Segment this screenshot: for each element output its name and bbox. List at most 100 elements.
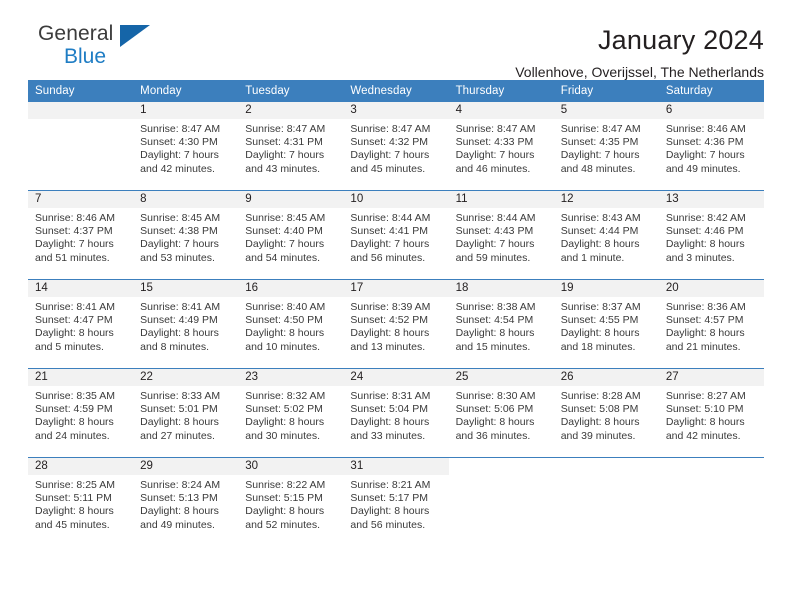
day-cell-inner[interactable]: 12 Sunrise: 8:43 AM Sunset: 4:44 PM Dayli… [553,191,659,279]
day-cell-inner[interactable]: 2 Sunrise: 8:47 AM Sunset: 4:31 PM Daylig… [238,102,344,190]
weekday-header-sunday: Sunday [28,80,134,102]
calendar-day-cell: 28 Sunrise: 8:25 AM Sunset: 5:11 PM Dayli… [28,457,134,546]
day-number: 29 [133,458,239,475]
weekday-header-thursday: Thursday [448,80,554,102]
day-sun-info: Sunrise: 8:45 AM Sunset: 4:40 PM Dayligh… [245,212,326,264]
logo-text-general: General [38,22,114,45]
day-cell-inner[interactable]: 20 Sunrise: 8:36 AM Sunset: 4:57 PM Dayli… [658,280,764,368]
day-cell-inner[interactable]: 27 Sunrise: 8:27 AM Sunset: 5:10 PM Dayli… [658,369,764,457]
day-sun-info: Sunrise: 8:36 AM Sunset: 4:57 PM Dayligh… [665,301,746,353]
day-cell-inner[interactable]: 16 Sunrise: 8:40 AM Sunset: 4:50 PM Dayli… [238,280,344,368]
day-cell-inner[interactable]: 23 Sunrise: 8:32 AM Sunset: 5:02 PM Dayli… [238,369,344,457]
day-number: 10 [343,191,449,208]
day-cell-inner[interactable]: 5 Sunrise: 8:47 AM Sunset: 4:35 PM Daylig… [553,102,659,190]
day-cell-inner[interactable]: 26 Sunrise: 8:28 AM Sunset: 5:08 PM Dayli… [553,369,659,457]
day-sun-info: Sunrise: 8:21 AM Sunset: 5:17 PM Dayligh… [350,479,431,531]
day-sun-info: Sunrise: 8:32 AM Sunset: 5:02 PM Dayligh… [245,390,326,442]
day-sun-info: Sunrise: 8:43 AM Sunset: 4:44 PM Dayligh… [560,212,641,264]
calendar-week-row: 21 Sunrise: 8:35 AM Sunset: 4:59 PM Dayli… [28,368,764,458]
day-number: 31 [343,458,449,475]
day-sun-info: Sunrise: 8:47 AM Sunset: 4:35 PM Dayligh… [560,123,641,175]
calendar-grid: Sunday Monday Tuesday Wednesday Thursday… [28,80,764,546]
day-sun-info: Sunrise: 8:41 AM Sunset: 4:47 PM Dayligh… [35,301,115,353]
day-cell-inner[interactable]: 30 Sunrise: 8:22 AM Sunset: 5:15 PM Dayli… [238,458,344,546]
day-cell-inner[interactable]: 3 Sunrise: 8:47 AM Sunset: 4:32 PM Daylig… [343,102,449,190]
day-sun-info: Sunrise: 8:22 AM Sunset: 5:15 PM Dayligh… [245,479,326,531]
day-cell-inner[interactable]: 31 Sunrise: 8:21 AM Sunset: 5:17 PM Dayli… [343,458,449,546]
page-subtitle: Vollenhove, Overijssel, The Netherlands [515,64,764,80]
day-sun-info: Sunrise: 8:33 AM Sunset: 5:01 PM Dayligh… [140,390,221,442]
logo-triangle-icon [120,25,150,47]
day-number: 8 [133,191,239,208]
day-number: 7 [28,191,134,208]
calendar-day-cell: 7 Sunrise: 8:46 AM Sunset: 4:37 PM Daylig… [28,190,134,280]
day-cell-inner[interactable]: 17 Sunrise: 8:39 AM Sunset: 4:52 PM Dayli… [343,280,449,368]
day-cell-inner[interactable]: 21 Sunrise: 8:35 AM Sunset: 4:59 PM Dayli… [28,369,134,457]
calendar-empty-cell [28,102,134,191]
calendar-body: 1 Sunrise: 8:47 AM Sunset: 4:30 PM Daylig… [28,102,764,546]
day-number: 24 [343,369,449,386]
calendar-day-cell: 8 Sunrise: 8:45 AM Sunset: 4:38 PM Daylig… [133,190,239,280]
day-cell-inner[interactable]: 9 Sunrise: 8:45 AM Sunset: 4:40 PM Daylig… [238,191,344,279]
day-cell-inner[interactable]: 7 Sunrise: 8:46 AM Sunset: 4:37 PM Daylig… [28,191,134,279]
day-sun-info: Sunrise: 8:41 AM Sunset: 4:49 PM Dayligh… [140,301,221,353]
day-cell-inner[interactable]: 18 Sunrise: 8:38 AM Sunset: 4:54 PM Dayli… [448,280,554,368]
day-cell-inner[interactable]: 22 Sunrise: 8:33 AM Sunset: 5:01 PM Dayli… [133,369,239,457]
day-cell-inner[interactable]: 19 Sunrise: 8:37 AM Sunset: 4:55 PM Dayli… [553,280,659,368]
day-sun-info: Sunrise: 8:47 AM Sunset: 4:33 PM Dayligh… [455,123,536,175]
day-number: 28 [28,458,134,475]
calendar-header-row: Sunday Monday Tuesday Wednesday Thursday… [28,80,764,102]
day-number: 22 [133,369,239,386]
day-cell-inner[interactable]: 6 Sunrise: 8:46 AM Sunset: 4:36 PM Daylig… [658,102,764,190]
day-number [28,102,134,119]
day-cell-inner[interactable]: 13 Sunrise: 8:42 AM Sunset: 4:46 PM Dayli… [658,191,764,279]
calendar-day-cell: 12 Sunrise: 8:43 AM Sunset: 4:44 PM Dayli… [553,190,659,280]
day-sun-info: Sunrise: 8:46 AM Sunset: 4:37 PM Dayligh… [35,212,115,264]
day-cell-inner[interactable]: 14 Sunrise: 8:41 AM Sunset: 4:47 PM Dayli… [28,280,134,368]
generalblue-logo[interactable]: General Blue [28,22,178,78]
calendar-day-cell: 1 Sunrise: 8:47 AM Sunset: 4:30 PM Daylig… [133,102,239,191]
day-cell-inner [448,458,554,546]
calendar-week-row: 7 Sunrise: 8:46 AM Sunset: 4:37 PM Daylig… [28,190,764,280]
calendar-day-cell: 23 Sunrise: 8:32 AM Sunset: 5:02 PM Dayli… [238,368,344,458]
calendar-week-row: 14 Sunrise: 8:41 AM Sunset: 4:47 PM Dayli… [28,279,764,369]
day-cell-inner[interactable]: 25 Sunrise: 8:30 AM Sunset: 5:06 PM Dayli… [448,369,554,457]
day-number: 27 [658,369,764,386]
calendar-day-cell: 6 Sunrise: 8:46 AM Sunset: 4:36 PM Daylig… [658,102,764,191]
calendar-day-cell: 13 Sunrise: 8:42 AM Sunset: 4:46 PM Dayli… [658,190,764,280]
calendar-day-cell: 31 Sunrise: 8:21 AM Sunset: 5:17 PM Dayli… [343,457,449,546]
day-cell-inner[interactable]: 1 Sunrise: 8:47 AM Sunset: 4:30 PM Daylig… [133,102,239,190]
day-sun-info: Sunrise: 8:40 AM Sunset: 4:50 PM Dayligh… [245,301,326,353]
day-sun-info: Sunrise: 8:44 AM Sunset: 4:41 PM Dayligh… [350,212,431,264]
day-sun-info: Sunrise: 8:44 AM Sunset: 4:43 PM Dayligh… [455,212,536,264]
day-number [553,458,659,475]
day-cell-inner [28,102,134,190]
day-cell-inner[interactable]: 8 Sunrise: 8:45 AM Sunset: 4:38 PM Daylig… [133,191,239,279]
day-cell-inner[interactable]: 11 Sunrise: 8:44 AM Sunset: 4:43 PM Dayli… [448,191,554,279]
calendar-day-cell: 11 Sunrise: 8:44 AM Sunset: 4:43 PM Dayli… [448,190,554,280]
day-number: 19 [553,280,659,297]
day-sun-info: Sunrise: 8:47 AM Sunset: 4:30 PM Dayligh… [140,123,221,175]
day-cell-inner[interactable]: 15 Sunrise: 8:41 AM Sunset: 4:49 PM Dayli… [133,280,239,368]
calendar-day-cell: 2 Sunrise: 8:47 AM Sunset: 4:31 PM Daylig… [238,102,344,191]
day-cell-inner[interactable]: 28 Sunrise: 8:25 AM Sunset: 5:11 PM Dayli… [28,458,134,546]
day-cell-inner[interactable]: 24 Sunrise: 8:31 AM Sunset: 5:04 PM Dayli… [343,369,449,457]
day-sun-info: Sunrise: 8:47 AM Sunset: 4:31 PM Dayligh… [245,123,326,175]
day-cell-inner[interactable]: 29 Sunrise: 8:24 AM Sunset: 5:13 PM Dayli… [133,458,239,546]
calendar-day-cell: 27 Sunrise: 8:27 AM Sunset: 5:10 PM Dayli… [658,368,764,458]
day-number: 1 [133,102,239,119]
calendar-day-cell: 19 Sunrise: 8:37 AM Sunset: 4:55 PM Dayli… [553,279,659,369]
day-sun-info: Sunrise: 8:35 AM Sunset: 4:59 PM Dayligh… [35,390,115,442]
page-header: General Blue January 2024 Vollenhove, Ov… [28,0,764,80]
day-number: 5 [553,102,659,119]
calendar-day-cell: 5 Sunrise: 8:47 AM Sunset: 4:35 PM Daylig… [553,102,659,191]
day-sun-info: Sunrise: 8:38 AM Sunset: 4:54 PM Dayligh… [455,301,536,353]
calendar-week-row: 1 Sunrise: 8:47 AM Sunset: 4:30 PM Daylig… [28,102,764,191]
calendar-day-cell: 10 Sunrise: 8:44 AM Sunset: 4:41 PM Dayli… [343,190,449,280]
calendar-day-cell: 22 Sunrise: 8:33 AM Sunset: 5:01 PM Dayli… [133,368,239,458]
title-block: January 2024 Vollenhove, Overijssel, The… [515,22,764,82]
calendar-day-cell: 25 Sunrise: 8:30 AM Sunset: 5:06 PM Dayli… [448,368,554,458]
day-number: 25 [448,369,554,386]
day-cell-inner[interactable]: 10 Sunrise: 8:44 AM Sunset: 4:41 PM Dayli… [343,191,449,279]
day-cell-inner[interactable]: 4 Sunrise: 8:47 AM Sunset: 4:33 PM Daylig… [448,102,554,190]
